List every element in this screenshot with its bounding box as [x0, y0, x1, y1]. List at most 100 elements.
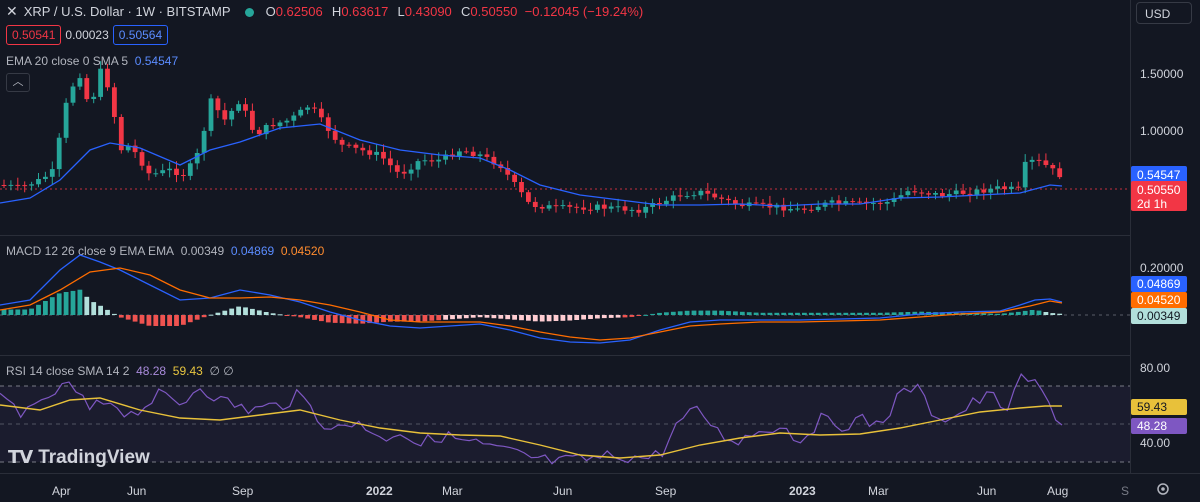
macd-hist-bar: [408, 315, 414, 322]
candle-body: [229, 110, 235, 120]
macd-hist-bar: [174, 315, 179, 326]
macd-hist-bar: [808, 312, 814, 315]
candle-body: [1057, 168, 1063, 178]
time-tick: 2022: [366, 484, 393, 498]
macd-hist-bar: [857, 312, 862, 315]
candle-body: [22, 185, 28, 187]
macd-hist-bar: [843, 312, 849, 315]
macd-hist-bar: [884, 312, 890, 315]
candle-body: [808, 209, 814, 211]
macd-hist-bar: [325, 315, 331, 323]
gear-icon[interactable]: [1157, 483, 1169, 495]
macd-hist-bar: [601, 315, 607, 319]
candle-body: [953, 190, 959, 195]
macd-hist-bar: [125, 315, 131, 320]
macd-hist-bar: [553, 315, 559, 321]
candle-body: [436, 159, 442, 162]
macd-hist-bar: [29, 308, 34, 315]
candle-body: [477, 154, 483, 157]
macd-hist-bar: [629, 315, 635, 317]
macd-hist-bar: [77, 289, 83, 315]
candle-body: [539, 207, 545, 209]
macd-hist-bar: [1050, 313, 1056, 315]
macd-hist-bar: [726, 311, 731, 315]
macd-signal-line: [0, 267, 1063, 341]
candlestick-series: [1, 61, 1063, 219]
macd-hist-bar: [43, 301, 48, 315]
macd-hist-bar: [988, 313, 994, 315]
macd-hist-bar: [864, 312, 869, 315]
macd-hist-bar: [243, 307, 248, 315]
candle-body: [712, 193, 718, 198]
candle-body: [829, 200, 835, 203]
candle-body: [588, 209, 593, 211]
candle-body: [636, 209, 642, 213]
macd-hist-bar: [332, 315, 338, 323]
tradingview-logo[interactable]: 𝗧𝗩 TradingView: [8, 447, 150, 469]
candle-body: [8, 184, 14, 186]
macd-hist-bar: [802, 312, 807, 315]
candle-body: [422, 160, 428, 162]
candle-body: [960, 190, 966, 194]
macd-hist-bar: [836, 312, 842, 315]
macd-hist-bar: [484, 315, 490, 318]
macd-hist-bar: [263, 312, 269, 315]
macd-hist-bar: [705, 310, 711, 315]
macd-hist-bar: [684, 310, 690, 315]
candle-body: [677, 195, 683, 197]
candle-body: [63, 102, 69, 138]
macd-hist-bar: [215, 312, 221, 315]
macd-hist-bar: [457, 315, 462, 319]
candle-body: [1043, 160, 1049, 165]
macd-hist-bar: [636, 315, 642, 316]
macd-hist-bar: [422, 315, 428, 322]
candle-body: [850, 201, 856, 203]
candle-body: [519, 182, 524, 193]
candle-body: [401, 171, 407, 174]
macd-hist-bar: [298, 315, 304, 318]
candle-body: [615, 206, 621, 208]
chart-canvas[interactable]: 1.50000 1.00000 0.54547 0.50550 2d 1h 0.…: [0, 0, 1200, 502]
macd-hist-bar: [829, 312, 835, 315]
candle-body: [601, 204, 607, 209]
macd-hist-bar: [312, 315, 317, 320]
candle-body: [657, 203, 662, 205]
candle-body: [995, 186, 1000, 189]
macd-hist-bar: [70, 290, 76, 315]
candle-body: [381, 151, 386, 159]
candle-body: [1015, 186, 1021, 188]
macd-hist-bar: [222, 310, 228, 315]
macd-hist-bar: [815, 312, 821, 315]
candle-body: [546, 205, 552, 209]
candle-body: [526, 192, 531, 202]
macd-hist-bar: [519, 315, 524, 321]
macd-hist-bar: [567, 315, 573, 321]
time-axis[interactable]: Apr Jun Sep 2022 Mar Jun Sep 2023 Mar Ju…: [52, 484, 1129, 498]
macd-hist-bar: [284, 315, 290, 316]
candle-body: [802, 208, 807, 210]
rsi-tag-label: 48.28: [1137, 419, 1167, 433]
macd-hist-bar: [146, 315, 152, 326]
candle-body: [595, 204, 600, 210]
hist-tag-label: 0.00349: [1137, 309, 1181, 323]
macd-hist-bar: [22, 309, 28, 315]
candle-body: [208, 98, 214, 131]
macd-hist-bar: [698, 310, 704, 315]
macd-hist-bar: [319, 315, 324, 322]
candle-body: [319, 108, 324, 118]
candle-body: [312, 107, 317, 109]
macd-hist-bar: [429, 315, 435, 321]
candle-body: [643, 206, 649, 213]
candle-body: [388, 158, 393, 166]
candle-body: [298, 109, 304, 116]
candle-body: [670, 195, 676, 201]
macd-hist-bar: [574, 315, 580, 320]
time-tick: Jun: [127, 484, 146, 498]
macd-hist-bar: [822, 312, 828, 315]
macd-hist-bar: [1009, 312, 1014, 315]
macd-hist-bar: [160, 315, 166, 326]
candle-body: [250, 110, 255, 130]
candle-body: [684, 196, 690, 198]
time-tick: Sep: [655, 484, 677, 498]
macd-hist-bar: [98, 305, 103, 315]
